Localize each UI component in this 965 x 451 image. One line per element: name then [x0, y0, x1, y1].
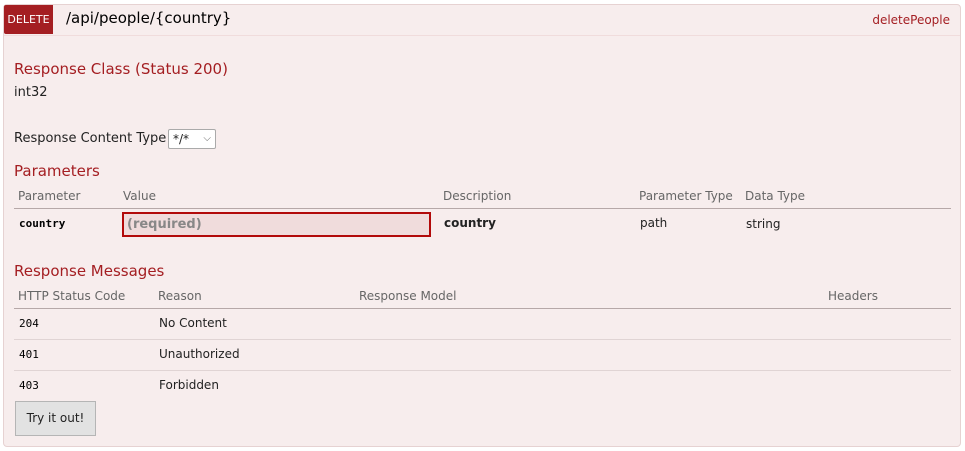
- operation-nickname-link[interactable]: deletePeople: [872, 13, 950, 27]
- param-header-description: Description: [443, 189, 512, 203]
- param-data-type: string: [746, 217, 781, 231]
- resp-header-divider: [14, 308, 951, 309]
- status-reason: Forbidden: [159, 378, 219, 392]
- resp-header-headers: Headers: [828, 289, 878, 303]
- status-reason: No Content: [159, 316, 227, 330]
- response-content-type-select[interactable]: */* ⌵: [168, 129, 216, 149]
- response-messages-title: Response Messages: [14, 262, 165, 280]
- param-type: path: [640, 216, 668, 230]
- param-header-parameter-type: Parameter Type: [639, 189, 733, 203]
- selected-content-type: */*: [173, 132, 190, 146]
- resp-header-response-model: Response Model: [359, 289, 457, 303]
- country-value-input[interactable]: (required): [122, 212, 431, 237]
- status-code: 401: [19, 348, 39, 361]
- operation-heading[interactable]: DELETE /api/people/{country} deletePeopl…: [4, 5, 960, 36]
- response-class-type: int32: [14, 85, 48, 100]
- status-code: 403: [19, 379, 39, 392]
- resp-header-reason: Reason: [158, 289, 202, 303]
- param-name: country: [19, 217, 66, 230]
- row-divider: [14, 370, 951, 371]
- param-header-divider: [14, 208, 951, 209]
- chevron-down-icon: ⌵: [203, 133, 211, 144]
- row-divider: [14, 339, 951, 340]
- response-content-type-label: Response Content Type: [14, 131, 167, 146]
- status-reason: Unauthorized: [159, 347, 240, 361]
- parameters-title: Parameters: [14, 162, 100, 180]
- param-header-parameter: Parameter: [18, 189, 81, 203]
- param-header-data-type: Data Type: [745, 189, 806, 203]
- try-it-out-button[interactable]: Try it out!: [15, 401, 96, 436]
- endpoint-path-link[interactable]: /api/people/{country}: [66, 9, 231, 27]
- param-header-value: Value: [123, 189, 156, 203]
- resp-header-status-code: HTTP Status Code: [18, 289, 126, 303]
- http-method-badge[interactable]: DELETE: [4, 5, 53, 34]
- operation-panel: DELETE /api/people/{country} deletePeopl…: [3, 4, 961, 447]
- response-class-title: Response Class (Status 200): [14, 60, 228, 78]
- param-description: country: [444, 216, 496, 230]
- status-code: 204: [19, 317, 39, 330]
